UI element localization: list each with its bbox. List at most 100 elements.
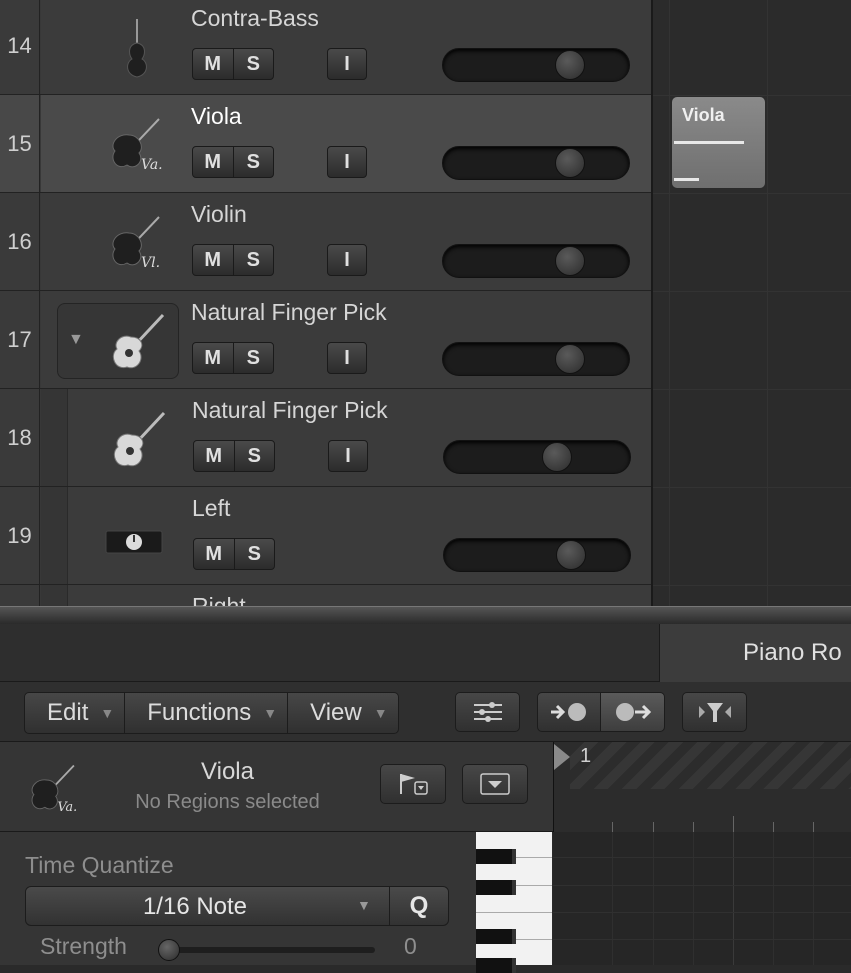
black-key[interactable] [476,849,516,864]
link-in-button[interactable] [537,692,601,732]
track-number: 18 [0,389,40,486]
black-key[interactable] [476,958,516,973]
track-name[interactable]: Natural Finger Pick [192,397,388,424]
input-monitor-button[interactable]: I [327,244,367,276]
grid-line [669,0,670,606]
piano-roll-grid[interactable] [553,832,851,965]
mute-button[interactable]: M [193,147,234,177]
midi-draw-button[interactable] [455,692,520,732]
grid-line [553,885,851,886]
solo-button[interactable]: S [234,245,274,275]
arrange-area[interactable] [651,0,851,606]
mute-button[interactable]: M [194,539,235,569]
track-row-contra-bass[interactable]: 14 Contra-Bass M S I [0,0,651,95]
track-row-right[interactable]: Right [0,585,651,606]
menu-group: Edit ▼ Functions ▼ View ▼ [24,692,399,734]
folder-rail [41,389,67,486]
mute-solo-group: M S [192,48,274,80]
input-monitor-button[interactable]: I [327,146,367,178]
chevron-down-icon: ▼ [373,705,388,721]
grid-line [733,832,734,965]
track-name[interactable]: Right [192,593,246,606]
acoustic-guitar-icon [113,411,166,467]
disclosure-triangle-icon[interactable]: ▼ [68,331,84,349]
edit-menu-label: Edit [47,699,89,726]
volume-knob[interactable] [554,246,585,276]
track-name[interactable]: Contra-Bass [191,5,319,32]
mute-button[interactable]: M [194,441,235,471]
inspector-status: No Regions selected [135,791,320,813]
black-key[interactable] [476,929,516,944]
track-row-left[interactable]: 19 Left M S [0,487,651,585]
black-key[interactable] [476,880,516,895]
solo-button[interactable]: S [235,539,275,569]
editor-toolbar: Edit ▼ Functions ▼ View ▼ [0,682,851,742]
edit-menu[interactable]: Edit ▼ [25,693,126,733]
track-number: 15 [0,95,40,192]
volume-slider[interactable] [442,342,630,376]
solo-button[interactable]: S [235,441,275,471]
mute-solo-group: M S [192,244,274,276]
tab-piano-roll[interactable]: Piano Ro [659,624,851,682]
volume-knob[interactable] [555,540,586,570]
track-number [0,585,40,606]
filter-button[interactable] [682,692,747,732]
volume-knob[interactable] [554,50,585,80]
volume-slider[interactable] [442,146,630,180]
svg-text:Vl.: Vl. [141,255,160,271]
link-out-button[interactable] [600,692,665,732]
quantize-button[interactable]: Q [390,886,449,926]
track-row-natural-finger-pick-folder[interactable]: 17 ▼ Natural Finger Pick M S I [0,291,651,389]
chevron-down-icon: ▼ [263,705,278,721]
track-name[interactable]: Left [192,495,230,522]
ruler-tick [612,822,613,832]
ruler-hatched-area [570,742,851,789]
track-name[interactable]: Natural Finger Pick [191,299,387,326]
track-row-natural-finger-pick[interactable]: 18 Natural Finger Pick M S I [0,389,651,487]
track-row-viola[interactable]: 15 Va. Viola M S I [0,95,651,193]
solo-button[interactable]: S [234,147,274,177]
volume-slider[interactable] [442,48,630,82]
volume-knob[interactable] [554,344,585,374]
chevron-down-icon: ▼ [100,705,115,721]
volume-slider[interactable] [442,244,630,278]
mute-solo-group: M S [192,342,274,374]
volume-slider[interactable] [443,538,631,572]
pan-knob-icon [105,530,163,554]
view-menu[interactable]: View ▼ [288,693,397,733]
volume-knob[interactable] [554,148,585,178]
midi-sliders-icon [473,702,502,722]
volume-slider[interactable] [443,440,631,474]
volume-knob[interactable] [542,442,573,472]
acoustic-guitar-icon [112,313,165,369]
grid-line [653,832,654,965]
piano-keyboard[interactable] [476,832,552,973]
solo-button[interactable]: S [234,49,274,79]
mute-button[interactable]: M [193,245,234,275]
input-monitor-button[interactable]: I [327,48,367,80]
strength-slider-knob[interactable] [158,939,180,961]
track-name[interactable]: Violin [191,201,247,228]
playhead-icon[interactable] [554,744,570,770]
grid-line [813,832,814,965]
input-monitor-button[interactable]: I [327,342,367,374]
functions-menu[interactable]: Functions ▼ [125,693,289,733]
track-name[interactable]: Viola [191,103,242,130]
time-quantize-value: 1/16 Note [142,893,248,920]
grid-line [767,0,768,606]
track-row-violin[interactable]: 16 Vl. Violin M S I [0,193,651,291]
solo-button[interactable]: S [234,343,274,373]
folder-rail [41,487,67,584]
mute-button[interactable]: M [193,49,234,79]
strength-slider[interactable] [160,947,375,953]
midi-region-viola[interactable]: Viola [671,96,766,189]
mute-button[interactable]: M [193,343,234,373]
viola-icon: Va. [112,118,163,173]
input-monitor-button[interactable]: I [328,440,368,472]
grid-line [653,291,851,292]
time-quantize-label: Time Quantize [25,852,174,878]
editor-splitter[interactable] [0,606,851,624]
grid-line [553,939,851,940]
svg-text:Va.: Va. [141,157,163,173]
inspector-menu-button[interactable] [462,764,528,804]
